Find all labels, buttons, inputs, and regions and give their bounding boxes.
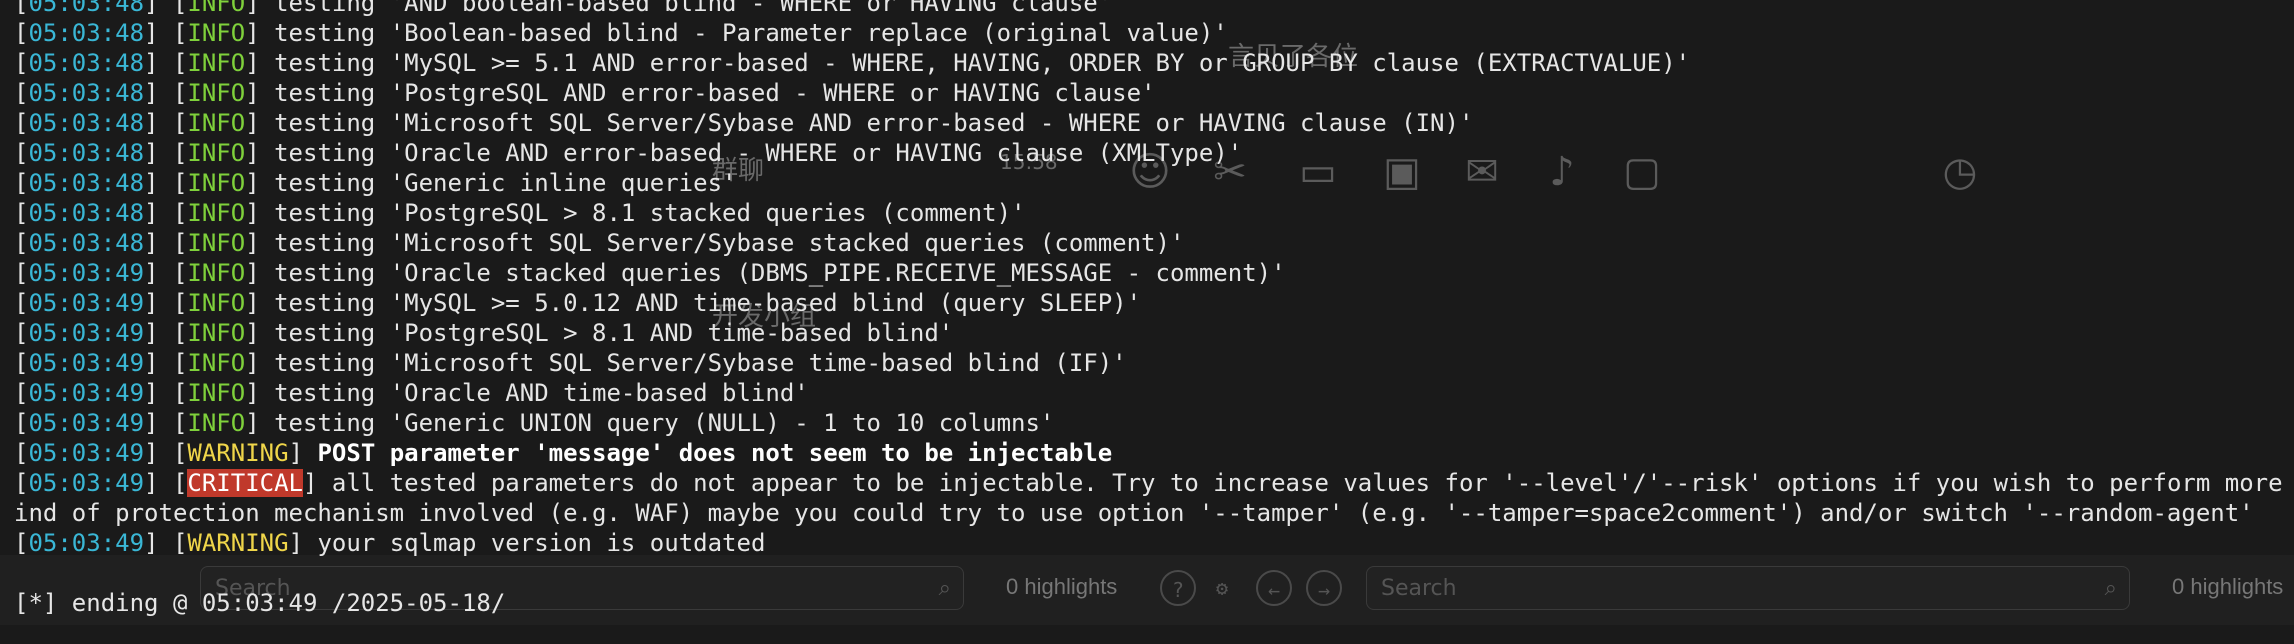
- log-level-badge: INFO: [187, 349, 246, 377]
- log-timestamp: 05:03:49: [28, 319, 145, 347]
- log-line: [05:03:48] [INFO] testing 'Generic inlin…: [14, 169, 737, 197]
- log-message: your sqlmap version is outdated: [303, 529, 766, 557]
- log-message: testing 'Microsoft SQL Server/Sybase AND…: [259, 109, 1474, 137]
- log-timestamp: 05:03:49: [28, 469, 145, 497]
- log-timestamp: 05:03:49: [28, 259, 145, 287]
- log-line: ind of protection mechanism involved (e.…: [0, 498, 2294, 528]
- log-message: testing 'Boolean-based blind - Parameter…: [259, 19, 1228, 47]
- log-level-badge: INFO: [187, 0, 246, 17]
- log-message: testing 'Microsoft SQL Server/Sybase sta…: [259, 229, 1185, 257]
- log-level-badge: INFO: [187, 169, 246, 197]
- log-timestamp: 05:03:48: [28, 109, 145, 137]
- log-timestamp: 05:03:48: [28, 49, 145, 77]
- help-icon[interactable]: ?: [1160, 570, 1196, 606]
- log-line: [05:03:49] [INFO] testing 'Oracle AND ti…: [14, 379, 809, 407]
- log-line: [05:03:48] [INFO] testing 'Oracle AND er…: [14, 139, 1243, 167]
- terminal-output[interactable]: [05:03:48] [INFO] testing 'AND boolean-b…: [0, 0, 2294, 558]
- log-message: testing 'PostgreSQL > 8.1 stacked querie…: [259, 199, 1026, 227]
- log-line: [05:03:49] [CRITICAL] all tested paramet…: [0, 468, 2294, 498]
- log-level-badge: INFO: [187, 19, 246, 47]
- log-message: all tested parameters do not appear to b…: [317, 469, 2294, 497]
- gear-icon[interactable]: ⚙: [1204, 570, 1240, 606]
- log-line: [05:03:48] [INFO] testing 'PostgreSQL AN…: [14, 79, 1156, 107]
- log-message: POST parameter 'message' does not seem t…: [303, 439, 1113, 467]
- log-level-badge: INFO: [187, 229, 246, 257]
- log-message: testing 'Oracle AND time-based blind': [259, 379, 809, 407]
- log-level-badge: INFO: [187, 109, 246, 137]
- log-line: [05:03:49] [INFO] testing 'Microsoft SQL…: [14, 349, 1127, 377]
- log-message: ind of protection mechanism involved (e.…: [14, 499, 2254, 527]
- log-message: testing 'Oracle AND error-based - WHERE …: [259, 139, 1243, 167]
- log-level-badge: INFO: [187, 139, 246, 167]
- log-level-badge: INFO: [187, 199, 246, 227]
- log-level-badge: CRITICAL: [187, 469, 303, 497]
- log-timestamp: 05:03:48: [28, 229, 145, 257]
- log-line: [05:03:49] [INFO] testing 'PostgreSQL > …: [14, 319, 954, 347]
- search-icon: ⌕: [2104, 576, 2117, 601]
- log-timestamp: 05:03:49: [28, 379, 145, 407]
- log-line: [05:03:49] [INFO] testing 'Oracle stacke…: [14, 259, 1286, 287]
- highlights-count-right: 0 highlights: [2172, 574, 2284, 599]
- log-line: [05:03:48] [INFO] testing 'Boolean-based…: [14, 19, 1228, 47]
- log-message: testing 'PostgreSQL > 8.1 AND time-based…: [259, 319, 954, 347]
- log-timestamp: 05:03:48: [28, 169, 145, 197]
- log-line: [05:03:48] [INFO] testing 'AND boolean-b…: [0, 0, 2294, 18]
- log-line: [05:03:48] [INFO] testing 'MySQL >= 5.1 …: [14, 49, 1691, 77]
- log-line: [05:03:48] [INFO] testing 'Microsoft SQL…: [14, 109, 1474, 137]
- log-message: testing 'MySQL >= 5.1 AND error-based - …: [259, 49, 1691, 77]
- log-timestamp: 05:03:49: [28, 529, 145, 557]
- log-level-badge: WARNING: [187, 529, 289, 557]
- search-input-right[interactable]: Search ⌕: [1366, 566, 2130, 610]
- log-level-badge: INFO: [187, 409, 246, 437]
- log-level-badge: INFO: [187, 289, 246, 317]
- log-level-badge: INFO: [187, 319, 246, 347]
- log-level-badge: WARNING: [187, 439, 289, 467]
- log-level-badge: INFO: [187, 49, 246, 77]
- log-line: [05:03:49] [INFO] testing 'MySQL >= 5.0.…: [14, 289, 1142, 317]
- log-message: testing 'MySQL >= 5.0.12 AND time-based …: [259, 289, 1142, 317]
- log-timestamp: 05:03:48: [28, 199, 145, 227]
- log-timestamp: 05:03:49: [28, 289, 145, 317]
- search-placeholder: Search: [1381, 576, 1457, 601]
- log-timestamp: 05:03:49: [28, 439, 145, 467]
- log-level-badge: INFO: [187, 379, 246, 407]
- next-arrow-icon[interactable]: →: [1306, 570, 1342, 606]
- log-line: [05:03:48] [INFO] testing 'PostgreSQL > …: [14, 199, 1026, 227]
- log-timestamp: 05:03:49: [28, 409, 145, 437]
- log-message: testing 'Microsoft SQL Server/Sybase tim…: [259, 349, 1127, 377]
- log-line: [05:03:49] [INFO] testing 'Generic UNION…: [14, 409, 1055, 437]
- log-message: testing 'Generic inline queries': [259, 169, 737, 197]
- log-level-badge: INFO: [187, 259, 246, 287]
- log-message: testing 'AND boolean-based blind - WHERE…: [259, 0, 1113, 17]
- ending-line: [*] ending @ 05:03:49 /2025-05-18/: [14, 589, 506, 617]
- log-timestamp: 05:03:48: [28, 139, 145, 167]
- log-message: testing 'Oracle stacked queries (DBMS_PI…: [259, 259, 1286, 287]
- previous-arrow-icon[interactable]: ←: [1256, 570, 1292, 606]
- log-level-badge: INFO: [187, 79, 246, 107]
- log-message: testing 'Generic UNION query (NULL) - 1 …: [259, 409, 1055, 437]
- log-line: [05:03:48] [INFO] testing 'Microsoft SQL…: [14, 229, 1185, 257]
- log-timestamp: 05:03:49: [28, 349, 145, 377]
- log-timestamp: 05:03:48: [28, 19, 145, 47]
- log-timestamp: 05:03:48: [28, 79, 145, 107]
- log-line: [05:03:49] [WARNING] POST parameter 'mes…: [14, 439, 1113, 467]
- log-message: testing 'PostgreSQL AND error-based - WH…: [259, 79, 1156, 107]
- search-icon: ⌕: [938, 576, 951, 601]
- log-line: [05:03:49] [WARNING] your sqlmap version…: [14, 529, 766, 557]
- highlights-count-left: 0 highlights: [1006, 574, 1118, 599]
- log-timestamp: 05:03:48: [28, 0, 145, 17]
